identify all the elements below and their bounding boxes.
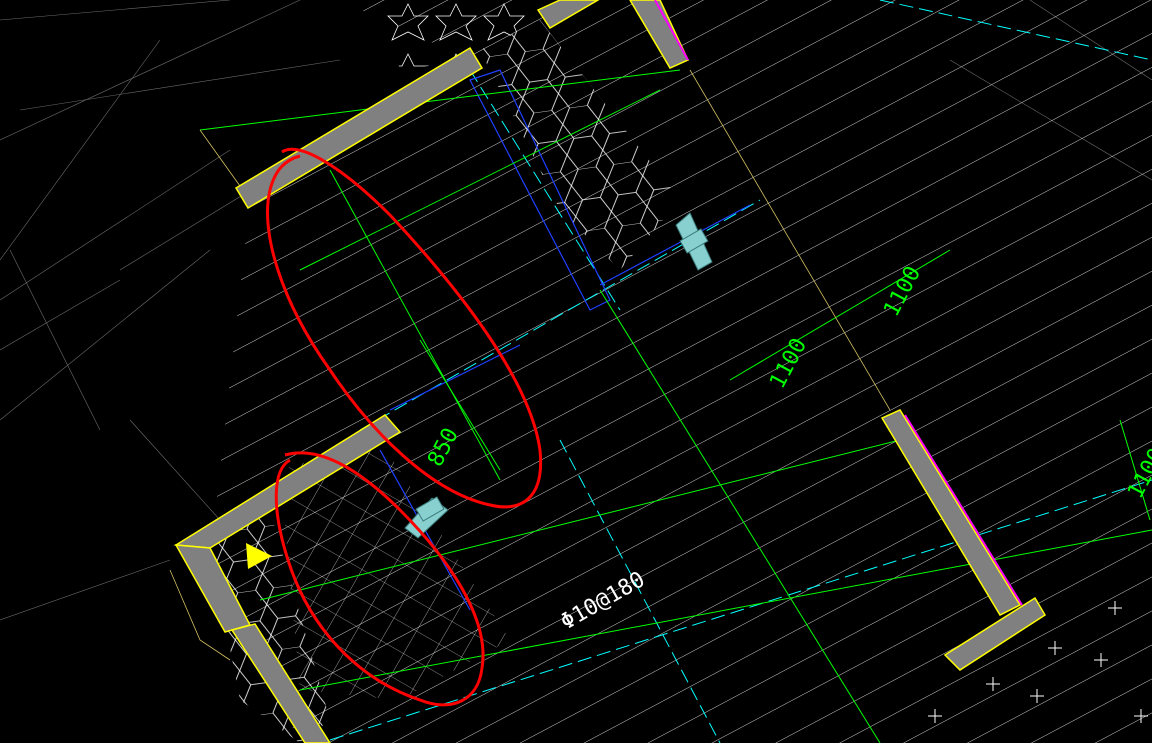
cad-drawing-canvas[interactable]: 850 1100 1100 1100 Φ10@180 — [0, 0, 1152, 743]
